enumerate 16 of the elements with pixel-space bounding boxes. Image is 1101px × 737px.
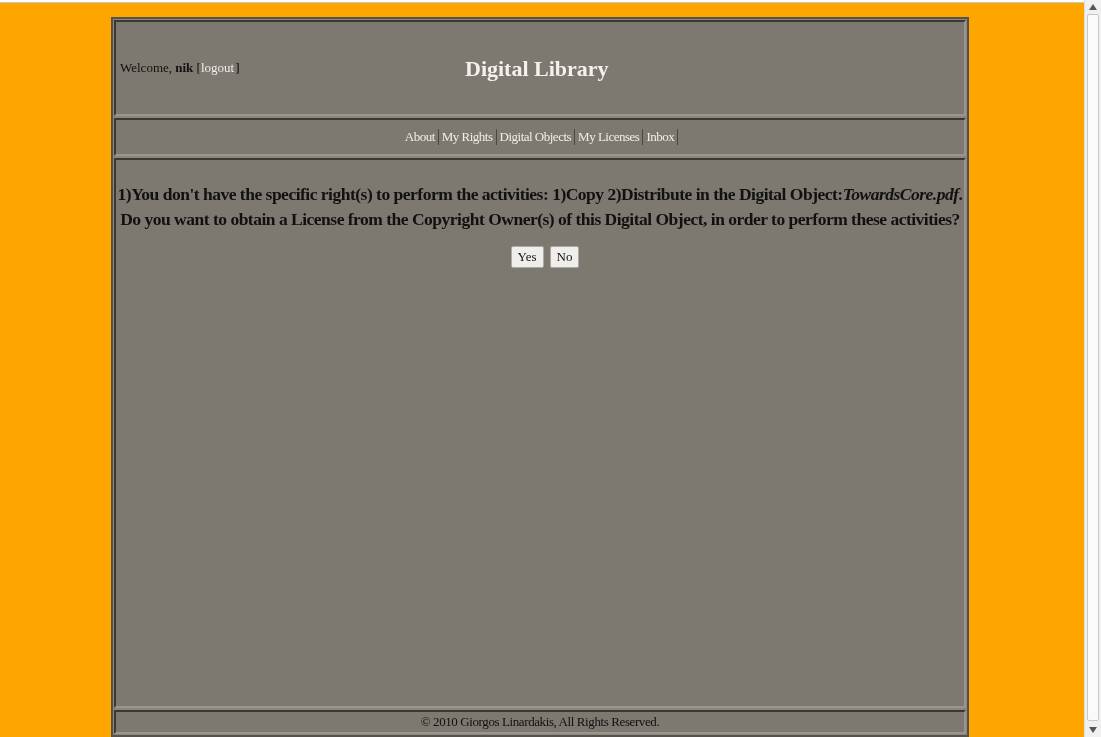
message-text: Do you want to obtain a License from the Copyright Owner(s) of this Digital Object, in order to perform these activities?: [120, 208, 960, 231]
message-text: 1)You don't have the specific right(s) to perform the activities: 1)Copy 2)Distribute in the Digital Object:TowardsCore.pdf.: [117, 183, 963, 206]
nav-link[interactable]: Inbox: [643, 129, 679, 145]
nav-link[interactable]: My Licenses: [575, 129, 644, 145]
site-title: Digital Library: [465, 54, 609, 83]
nav-link[interactable]: My Rights: [438, 129, 497, 145]
nav-link[interactable]: Digital Objects: [496, 129, 576, 145]
scroll-up-icon[interactable]: [1089, 4, 1097, 10]
scroll-down-icon[interactable]: [1089, 727, 1097, 733]
nav-link[interactable]: About: [401, 129, 439, 145]
answer-button[interactable]: No: [549, 246, 580, 268]
copyright-text: © 2010 Giorgos Linardakis, All Rights Reserved.: [420, 713, 660, 732]
scrollbar[interactable]: [1084, 0, 1101, 737]
welcome-text: Welcome, nik [logout]: [120, 59, 241, 78]
logout-link[interactable]: logout: [200, 60, 235, 76]
answer-button[interactable]: Yes: [510, 246, 544, 268]
